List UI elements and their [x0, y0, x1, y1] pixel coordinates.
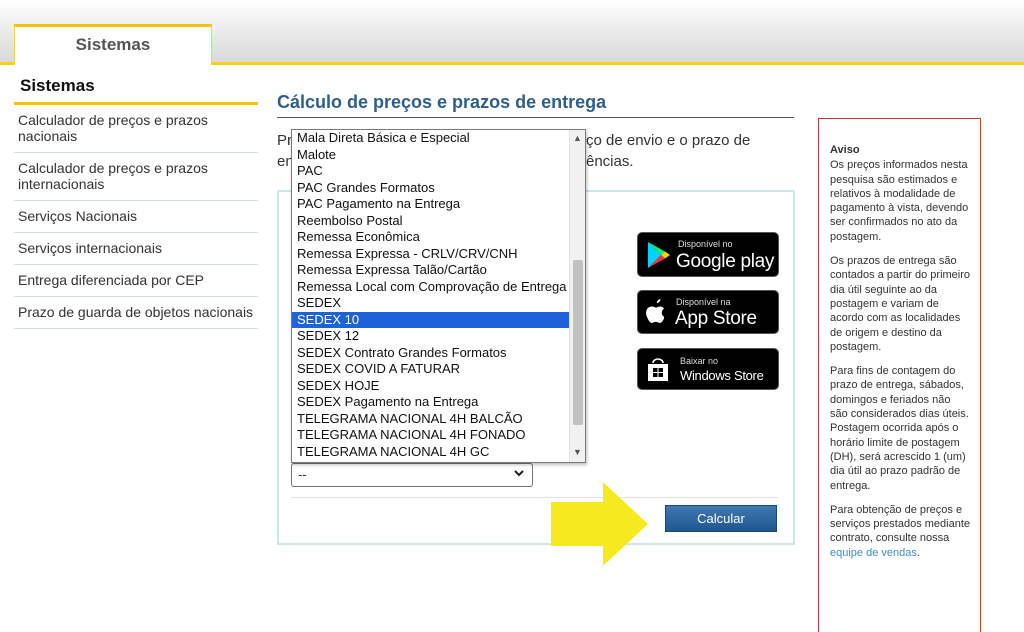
dropdown-option[interactable]: SEDEX Pagamento na Entrega [292, 394, 569, 411]
intro-line1-start: Pr [277, 132, 292, 149]
calcular-button[interactable]: Calcular [665, 505, 777, 532]
dropdown-option[interactable]: Malote [292, 147, 569, 164]
dropdown-option[interactable]: Reembolso Postal [292, 213, 569, 230]
dropdown-option[interactable]: Mala Direta Básica e Especial [292, 130, 569, 147]
form-divider [291, 497, 778, 498]
sidebar-title: Sistemas [14, 72, 258, 105]
app-store-badge[interactable]: Disponível na App Store [637, 290, 779, 334]
title-divider [277, 117, 794, 118]
notice-title: Aviso [830, 144, 860, 156]
scrollbar-thumb[interactable] [573, 260, 583, 425]
dropdown-scrollbar[interactable]: ▲ ▼ [569, 130, 585, 462]
dropdown-option[interactable]: SEDEX HOJE [292, 378, 569, 395]
dropdown-option[interactable]: PAC [292, 163, 569, 180]
apple-icon [646, 299, 665, 323]
scroll-down-icon[interactable]: ▼ [573, 447, 582, 457]
google-play-big-text: Google play [676, 251, 775, 272]
dropdown-option[interactable]: Remessa Local com Comprovação de Entrega [292, 279, 569, 296]
dropdown-option[interactable]: Remessa Expressa - CRLV/CRV/CNH [292, 246, 569, 263]
service-select-collapsed[interactable]: -- [291, 463, 533, 487]
sidebar: Sistemas Calculador de preços e prazos n… [14, 72, 258, 329]
notice-contrato-end: . [916, 546, 920, 559]
sidebar-item-entrega-cep[interactable]: Entrega diferenciada por CEP [14, 265, 258, 297]
dropdown-option[interactable]: TELEGRAMA NACIONAL 4H FONADO [292, 427, 569, 444]
sidebar-item-prazo-guarda[interactable]: Prazo de guarda de objetos nacionais [14, 297, 258, 329]
dropdown-option[interactable]: TELEGRAMA NACIONAL 4H BALCÃO [292, 411, 569, 428]
service-dropdown-list[interactable]: Mala Direta Básica e Especial Malote PAC PA… [291, 129, 586, 463]
notice-paragraph-contagem: Para fins de contagem do prazo de entreg… [830, 365, 969, 492]
google-play-badge[interactable]: Disponível no Google play [637, 232, 779, 277]
dropdown-option[interactable]: TELEGRAMA NACIONAL 4H GC [292, 444, 569, 461]
windows-store-icon [648, 358, 668, 381]
yellow-arrow-icon [551, 482, 648, 566]
page-title: Cálculo de preços e prazos de entrega [277, 92, 607, 112]
dropdown-option[interactable]: Remessa Expressa Talão/Cartão [292, 262, 569, 279]
select-value: -- [298, 467, 307, 482]
windows-store-big-text: Windows Store [680, 368, 764, 383]
google-play-small-text: Disponível no [678, 239, 733, 249]
notice-paragraph-precos: Os preços informados nesta pesquisa são … [830, 159, 969, 243]
chevron-down-icon [513, 467, 525, 482]
dropdown-option[interactable]: SEDEX COVID A FATURAR [292, 361, 569, 378]
dropdown-option[interactable]: Remessa Econômica [292, 229, 569, 246]
notice-paragraph-contrato: Para obtenção de preços e serviços prest… [830, 503, 970, 560]
dropdown-option[interactable]: SEDEX 12 [292, 328, 569, 345]
tab-sistemas[interactable]: Sistemas [14, 24, 212, 65]
sidebar-item-calculador-nacionais[interactable]: Calculador de preços e prazos nacionais [14, 105, 258, 153]
dropdown-option[interactable]: PAC Grandes Formatos [292, 180, 569, 197]
intro-line2-end: ências. [586, 153, 634, 170]
notice-contrato-text: Para obtenção de preços e serviços prest… [830, 503, 971, 545]
equipe-de-vendas-link[interactable]: equipe de vendas [830, 547, 917, 559]
aviso-notice: Aviso Os preços informados nesta pesquis… [818, 118, 981, 632]
sidebar-item-servicos-internacionais[interactable]: Serviços internacionais [14, 233, 258, 265]
app-store-big-text: App Store [675, 308, 757, 329]
scroll-up-icon[interactable]: ▲ [573, 133, 582, 143]
intro-line1-end: ço de envio e o prazo de [586, 132, 751, 149]
windows-store-badge[interactable]: Baixar no Windows Store [637, 348, 779, 390]
dropdown-option[interactable]: SEDEX 10 [292, 311, 569, 328]
sidebar-item-calculador-internacionais[interactable]: Calculador de preços e prazos internacio… [14, 153, 258, 201]
google-play-icon [648, 242, 670, 268]
sidebar-item-servicos-nacionais[interactable]: Serviços Nacionais [14, 201, 258, 233]
windows-store-small-text: Baixar no [680, 356, 719, 366]
dropdown-option[interactable]: SEDEX [292, 295, 569, 312]
dropdown-option[interactable]: PAC Pagamento na Entrega [292, 196, 569, 213]
notice-paragraph-prazos: Os prazos de entrega são contados a part… [830, 255, 971, 353]
dropdown-options: Mala Direta Básica e Especial Malote PAC PA… [292, 130, 569, 460]
app-store-small-text: Disponível na [676, 297, 731, 307]
dropdown-option[interactable]: SEDEX Contrato Grandes Formatos [292, 345, 569, 362]
